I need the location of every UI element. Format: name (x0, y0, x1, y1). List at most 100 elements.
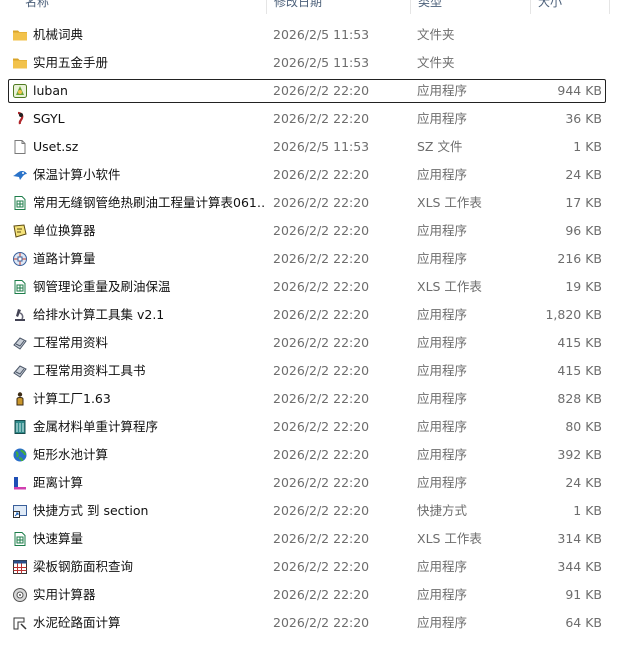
file-row[interactable]: 矩形水池计算 2026/2/2 22:20 应用程序 392 KB (8, 443, 606, 467)
file-date-modified: 2026/2/2 22:20 (273, 363, 370, 378)
column-header-date-modified[interactable]: 修改日期 (266, 0, 410, 14)
folder-row[interactable]: 实用五金手册 2026/2/5 11:53 文件夹 (8, 51, 606, 75)
file-size: 64 KB (565, 615, 602, 630)
file-type: 应用程序 (417, 419, 468, 434)
file-date-modified: 2026/2/2 22:20 (273, 223, 370, 238)
app-pavement-icon (12, 615, 28, 631)
file-name: 单位换算器 (33, 223, 96, 238)
file-name: 梁板钢筋面积查询 (33, 559, 134, 574)
file-row[interactable]: 快速算量 2026/2/2 22:20 XLS 工作表 314 KB (8, 527, 606, 551)
file-name: 矩形水池计算 (33, 447, 109, 462)
file-size: 24 KB (565, 475, 602, 490)
file-row[interactable]: 给排水计算工具集 v2.1 2026/2/2 22:20 应用程序 1,820 KB (8, 303, 606, 327)
file-size: 392 KB (557, 447, 602, 462)
file-date-modified: 2026/2/2 22:20 (273, 615, 370, 630)
file-date-modified: 2026/2/2 22:20 (273, 559, 370, 574)
file-date-modified: 2026/2/2 22:20 (273, 419, 370, 434)
file-size: 19 KB (565, 279, 602, 294)
file-size: 216 KB (557, 251, 602, 266)
file-size: 944 KB (557, 83, 602, 98)
file-type: 应用程序 (417, 307, 468, 322)
column-header-size[interactable]: 大小 (530, 0, 610, 14)
file-row[interactable]: luban 2026/2/2 22:20 应用程序 944 KB (8, 79, 606, 103)
file-type: 应用程序 (417, 391, 468, 406)
file-type: 应用程序 (417, 615, 468, 630)
file-row[interactable]: Uset.sz 2026/2/5 11:53 SZ 文件 1 KB (8, 135, 606, 159)
app-figure-icon (12, 391, 28, 407)
file-date-modified: 2026/2/2 22:20 (273, 391, 370, 406)
shortcut-icon (12, 503, 28, 519)
file-date-modified: 2026/2/2 22:20 (273, 111, 370, 126)
file-row[interactable]: 距离计算 2026/2/2 22:20 应用程序 24 KB (8, 471, 606, 495)
file-size: 1 KB (573, 503, 602, 518)
app-microscope-icon (12, 307, 28, 323)
file-date-modified: 2026/2/2 22:20 (273, 447, 370, 462)
file-type: 应用程序 (417, 83, 468, 98)
app-bird-icon (12, 167, 28, 183)
file-date-modified: 2026/2/2 22:20 (273, 475, 370, 490)
file-row[interactable]: 道路计算量 2026/2/2 22:20 应用程序 216 KB (8, 247, 606, 271)
file-name: 距离计算 (33, 475, 84, 490)
xls-icon (12, 531, 28, 547)
column-header-type[interactable]: 类型 (410, 0, 530, 14)
file-type: 应用程序 (417, 223, 468, 238)
file-size: 415 KB (557, 363, 602, 378)
xls-icon (12, 195, 28, 211)
app-disc-icon (12, 587, 28, 603)
file-name: 实用计算器 (33, 587, 96, 602)
file-row[interactable]: 快捷方式 到 section 2026/2/2 22:20 快捷方式 1 KB (8, 499, 606, 523)
file-row[interactable]: 单位换算器 2026/2/2 22:20 应用程序 96 KB (8, 219, 606, 243)
file-date-modified: 2026/2/2 22:20 (273, 335, 370, 350)
file-name: 实用五金手册 (33, 55, 109, 70)
file-row[interactable]: 水泥砼路面计算 2026/2/2 22:20 应用程序 64 KB (8, 611, 606, 635)
file-size: 80 KB (565, 419, 602, 434)
file-row[interactable]: SGYL 2026/2/2 22:20 应用程序 36 KB (8, 107, 606, 131)
file-name: 快速算量 (33, 531, 84, 546)
file-row[interactable]: 工程常用资料 2026/2/2 22:20 应用程序 415 KB (8, 331, 606, 355)
folder-row[interactable]: 机械词典 2026/2/5 11:53 文件夹 (8, 23, 606, 47)
file-size: 1 KB (573, 139, 602, 154)
app-book-icon (12, 335, 28, 351)
file-type: XLS 工作表 (417, 531, 482, 546)
app-calculator-icon (12, 419, 28, 435)
file-type: XLS 工作表 (417, 279, 482, 294)
file-name: 金属材料单重计算程序 (33, 419, 159, 434)
file-row[interactable]: 保温计算小软件 2026/2/2 22:20 应用程序 24 KB (8, 163, 606, 187)
file-row[interactable]: 计算工厂1.63 2026/2/2 22:20 应用程序 828 KB (8, 387, 606, 411)
file-date-modified: 2026/2/2 22:20 (273, 279, 370, 294)
file-name: 常用无缝钢管绝热刷油工程量计算表061… (33, 195, 265, 210)
app-book-icon (12, 363, 28, 379)
app-road-icon (12, 251, 28, 267)
file-date-modified: 2026/2/2 22:20 (273, 167, 370, 182)
file-name: Uset.sz (33, 139, 79, 154)
file-row[interactable]: 常用无缝钢管绝热刷油工程量计算表061… 2026/2/2 22:20 XLS 工作… (8, 191, 606, 215)
file-size: 415 KB (557, 335, 602, 350)
file-row[interactable]: 梁板钢筋面积查询 2026/2/2 22:20 应用程序 344 KB (8, 555, 606, 579)
file-size: 17 KB (565, 195, 602, 210)
file-size: 96 KB (565, 223, 602, 238)
file-row[interactable]: 金属材料单重计算程序 2026/2/2 22:20 应用程序 80 KB (8, 415, 606, 439)
file-row[interactable]: 工程常用资料工具书 2026/2/2 22:20 应用程序 415 KB (8, 359, 606, 383)
file-list-view: 名称 修改日期 类型 大小 机械词典 2026/2/5 11:53 文件夹 实用五金手… (0, 0, 623, 651)
folder-icon (12, 27, 28, 43)
app-grid-icon (12, 559, 28, 575)
file-size: 36 KB (565, 111, 602, 126)
file-name: 钢管理论重量及刷油保温 (33, 279, 171, 294)
file-type: 应用程序 (417, 167, 468, 182)
file-type: 应用程序 (417, 335, 468, 350)
file-type: 文件夹 (417, 27, 455, 42)
file-size: 314 KB (557, 531, 602, 546)
file-type: SZ 文件 (417, 139, 463, 154)
app-globe-icon (12, 447, 28, 463)
file-type: 应用程序 (417, 251, 468, 266)
file-name: 道路计算量 (33, 251, 96, 266)
file-type: 应用程序 (417, 559, 468, 574)
file-row[interactable]: 钢管理论重量及刷油保温 2026/2/2 22:20 XLS 工作表 19 KB (8, 275, 606, 299)
file-name: 计算工厂1.63 (33, 391, 111, 406)
file-row[interactable]: 实用计算器 2026/2/2 22:20 应用程序 91 KB (8, 583, 606, 607)
column-header-name[interactable]: 名称 (8, 0, 266, 14)
file-type: 应用程序 (417, 475, 468, 490)
file-type: 快捷方式 (417, 503, 468, 518)
file-type: XLS 工作表 (417, 195, 482, 210)
file-name: 工程常用资料工具书 (33, 363, 146, 378)
